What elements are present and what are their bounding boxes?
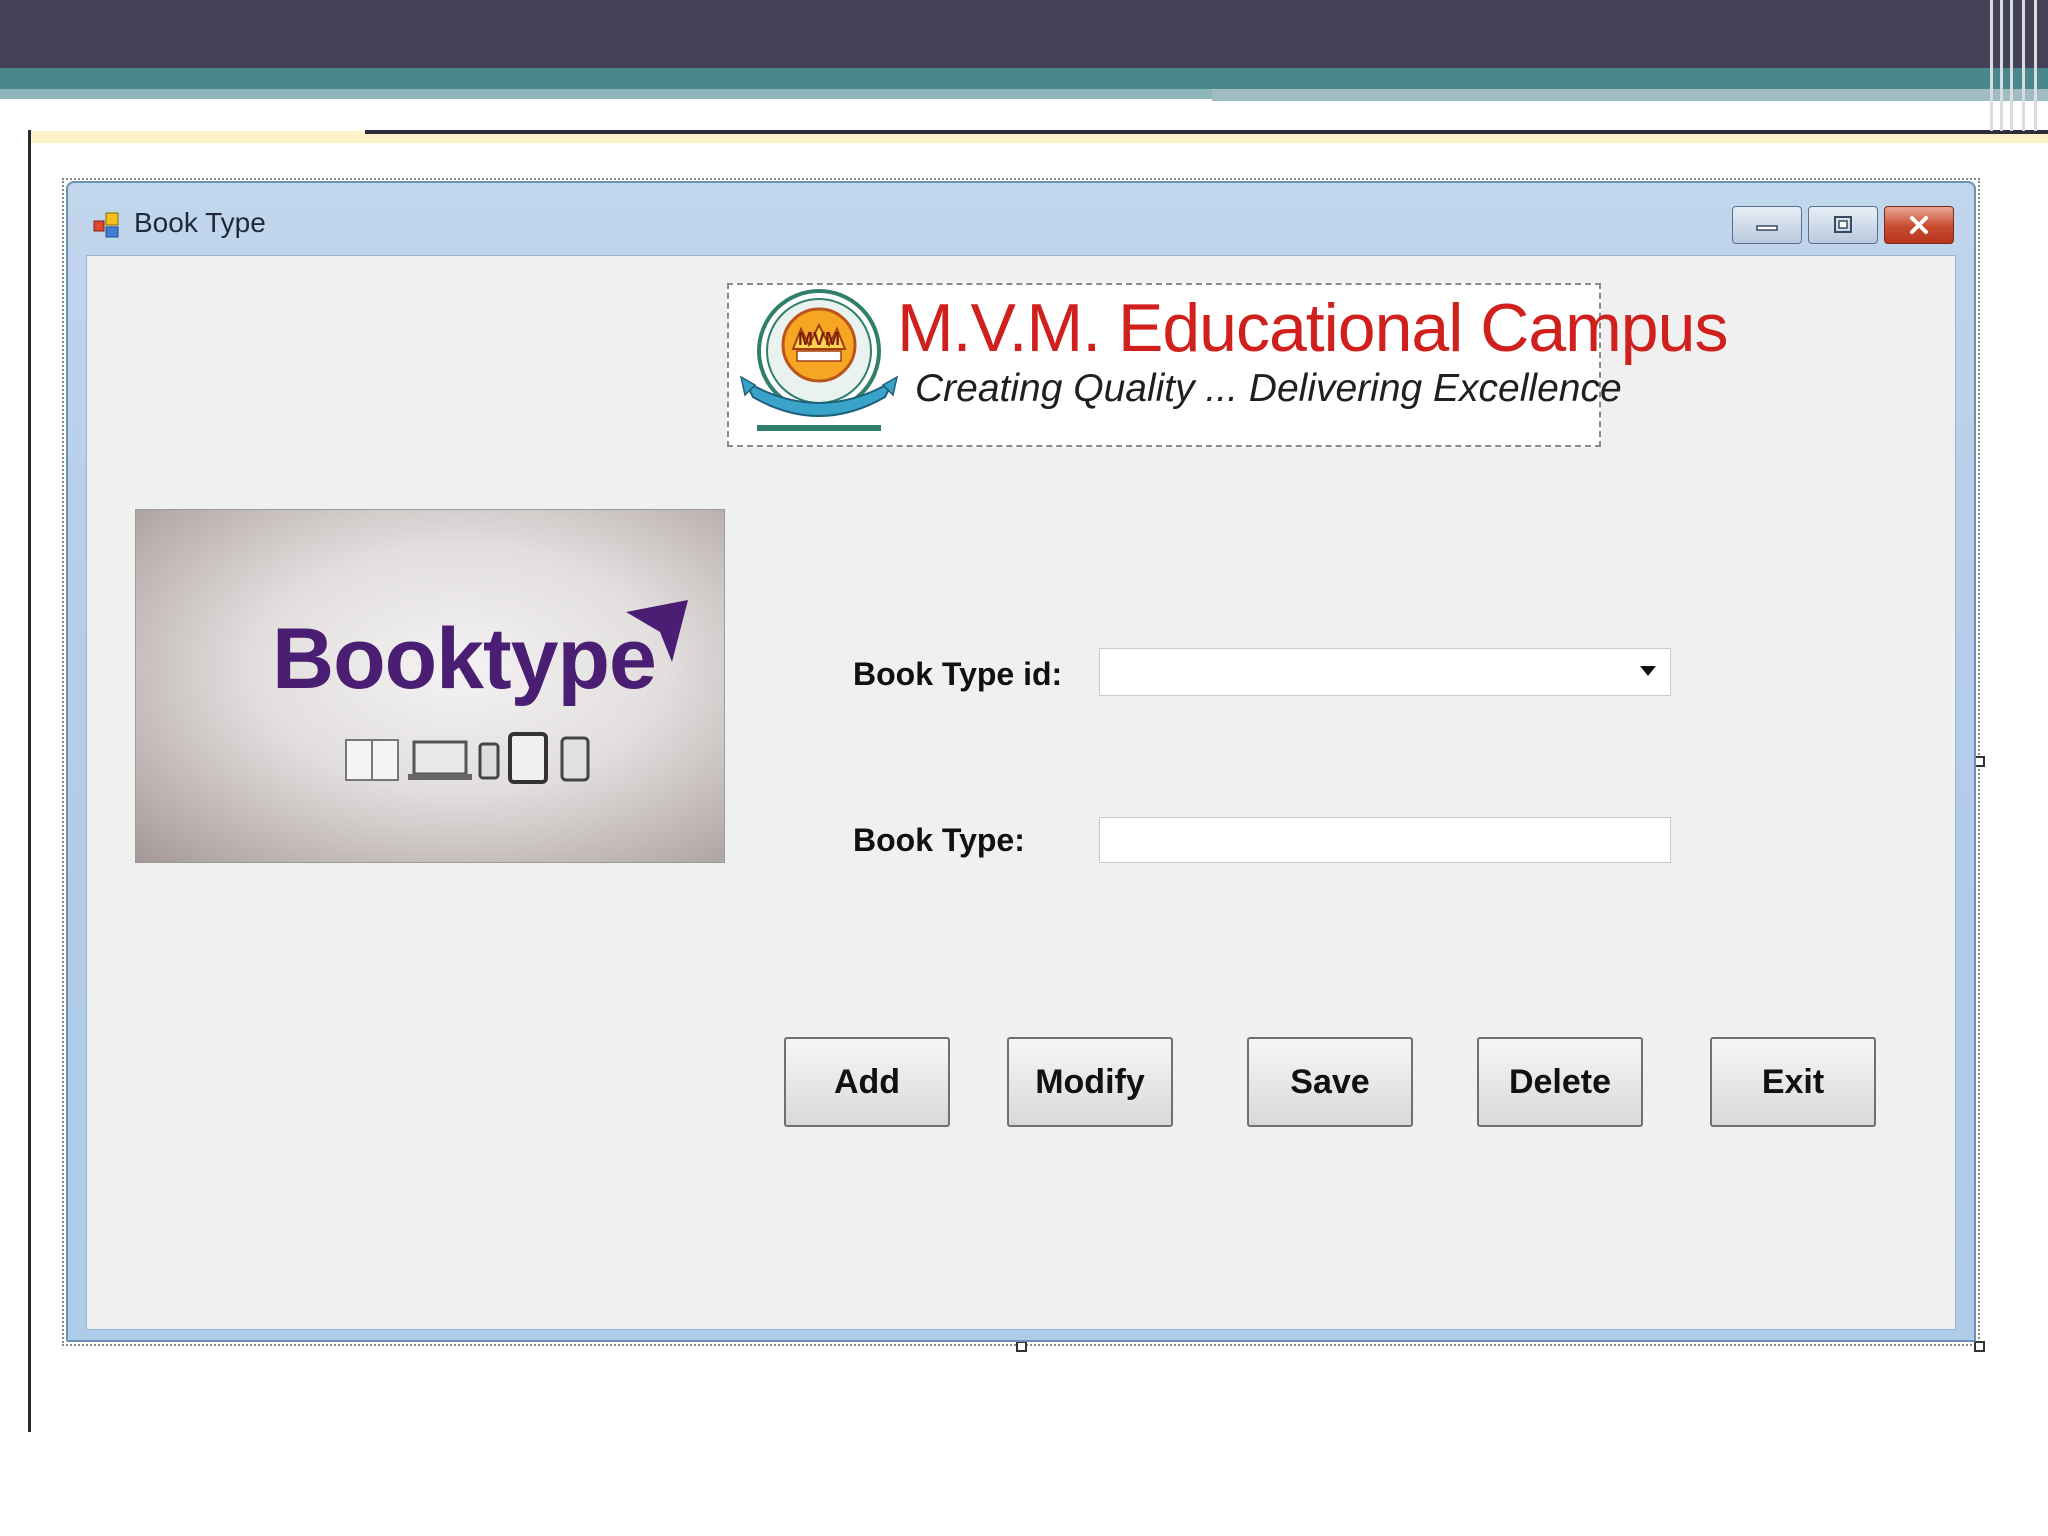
maximize-icon (1834, 216, 1852, 233)
slide-dark-rule (365, 130, 2048, 134)
slide-white-line (1212, 111, 1897, 116)
delete-button[interactable]: Delete (1477, 1037, 1643, 1127)
slide-stripe (2010, 0, 2013, 131)
close-icon (1910, 216, 1928, 234)
booktype-brand-word: Booktype (272, 611, 657, 707)
book-type-label: Book Type: (853, 822, 1025, 858)
slide-header-bar (0, 0, 2048, 68)
chevron-down-icon[interactable] (1640, 666, 1656, 676)
resize-handle-corner[interactable] (1974, 1341, 1985, 1352)
maximize-button[interactable] (1808, 206, 1878, 244)
book-type-id-label: Book Type id: (853, 656, 1063, 692)
seal-text: MVM (798, 329, 840, 349)
form-client-area: MVM M.V.M. Educational Campus Creating Q… (86, 255, 1956, 1330)
book-type-textbox[interactable] (1099, 817, 1671, 863)
campus-logo-banner: MVM M.V.M. Educational Campus Creating Q… (727, 283, 1728, 447)
form-app-icon (93, 212, 119, 238)
booktype-picture: Booktype (135, 509, 725, 863)
slide-stripe (2022, 0, 2025, 131)
booktype-arrow-icon (626, 600, 688, 662)
close-button[interactable] (1884, 206, 1954, 244)
modify-button[interactable]: Modify (1007, 1037, 1173, 1127)
book-type-id-combobox[interactable] (1099, 648, 1671, 696)
campus-tagline: Creating Quality ... Delivering Excellen… (915, 367, 1622, 410)
slide: Book Type MVM M.V.M. Educational Campus … (0, 0, 2048, 1536)
minimize-button[interactable] (1732, 206, 1802, 244)
campus-seal-logo: MVM (739, 289, 899, 431)
book-type-window: Book Type MVM M.V.M. Educational Campus … (66, 181, 1976, 1342)
campus-name: M.V.M. Educational Campus (897, 290, 1728, 366)
slide-stripe (1990, 0, 1993, 131)
slide-teal-light-band (0, 89, 1212, 99)
save-button[interactable]: Save (1247, 1037, 1413, 1127)
slide-teal-light-band-right (1212, 89, 2048, 101)
slide-teal-band (0, 68, 2048, 89)
add-button[interactable]: Add (784, 1037, 950, 1127)
resize-handle-bottom[interactable] (1016, 1341, 1027, 1352)
slide-stripe (2000, 0, 2003, 131)
devices-icon (345, 732, 590, 784)
exit-button[interactable]: Exit (1710, 1037, 1876, 1127)
window-title: Book Type (134, 207, 266, 238)
slide-stripe (2034, 0, 2037, 131)
minimize-icon (1756, 225, 1778, 231)
slide-left-rule (28, 130, 31, 1432)
